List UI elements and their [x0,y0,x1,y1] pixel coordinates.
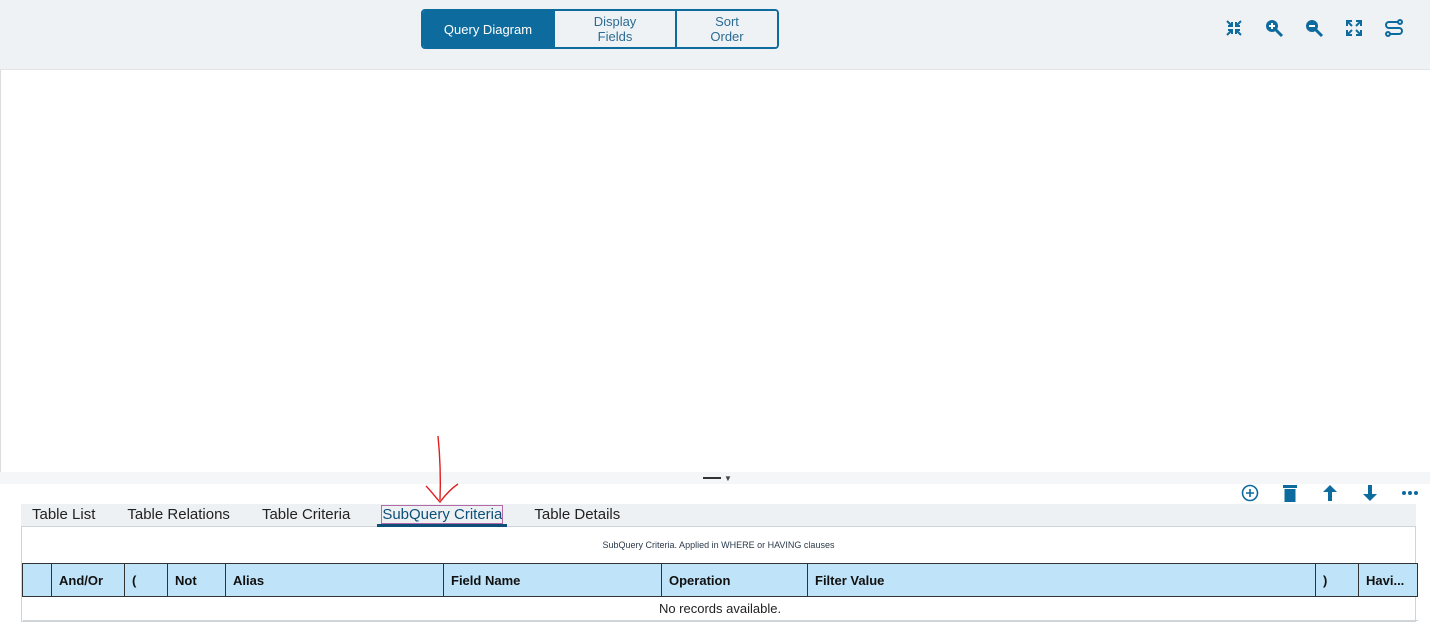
tab-table-relations[interactable]: Table Relations [127,504,230,527]
grid-caption: SubQuery Criteria. Applied in WHERE or H… [602,540,835,550]
column-header-close-paren[interactable]: ) [1315,563,1359,597]
tab-table-criteria[interactable]: Table Criteria [262,504,350,527]
query-diagram-canvas[interactable] [0,70,1430,472]
tab-label: Table Details [534,506,621,523]
tab-subquery-criteria[interactable]: SubQuery Criteria [377,504,508,527]
column-header-and-or[interactable]: And/Or [51,563,125,597]
bottom-tabs: Table List Table Relations Table Criteri… [21,504,1416,527]
column-header-open-paren[interactable]: ( [124,563,168,597]
arrow-down-icon[interactable] [1360,483,1380,503]
more-icon[interactable] [1400,483,1420,503]
tab-label: Table Criteria [261,506,351,523]
tab-query-diagram[interactable]: Query Diagram [423,11,553,47]
tab-table-list[interactable]: Table List [32,504,95,527]
subquery-criteria-grid: SubQuery Criteria. Applied in WHERE or H… [21,527,1418,622]
no-records-message: No records available. [22,596,1418,621]
panel-splitter[interactable]: ▼ [0,472,1430,484]
trash-icon[interactable] [1280,483,1300,503]
column-header-not[interactable]: Not [167,563,226,597]
tab-label: Table List [32,506,96,523]
column-header-operation[interactable]: Operation [661,563,808,597]
zoom-out-icon[interactable] [1304,18,1324,38]
column-header-field-name[interactable]: Field Name [443,563,662,597]
splitter-grip-icon[interactable] [703,477,721,479]
tab-sort-order[interactable]: Sort Order [675,11,777,47]
tab-label: SubQuery Criteria [381,505,504,524]
tab-table-details[interactable]: Table Details [534,504,620,527]
route-settings-icon[interactable] [1384,18,1404,38]
column-header-filter-value[interactable]: Filter Value [807,563,1316,597]
add-circle-icon[interactable] [1240,483,1260,503]
tab-label: Table Relations [127,506,230,523]
fit-screen-icon[interactable] [1344,18,1364,38]
column-header-select[interactable] [22,563,52,597]
header-row: And/Or ( Not Alias Field Name Operation … [22,563,1418,597]
top-toolbar: Query Diagram Display Fields Sort Order [0,0,1430,70]
column-header-having[interactable]: Havi... [1358,563,1418,597]
empty-row: No records available. [22,596,1418,621]
arrow-up-icon[interactable] [1320,483,1340,503]
caret-down-icon[interactable]: ▼ [724,474,732,483]
view-switcher: Query Diagram Display Fields Sort Order [421,9,779,49]
column-header-alias[interactable]: Alias [225,563,444,597]
zoom-in-icon[interactable] [1264,18,1284,38]
collapse-icon[interactable] [1224,18,1244,38]
tab-display-fields[interactable]: Display Fields [553,11,675,47]
